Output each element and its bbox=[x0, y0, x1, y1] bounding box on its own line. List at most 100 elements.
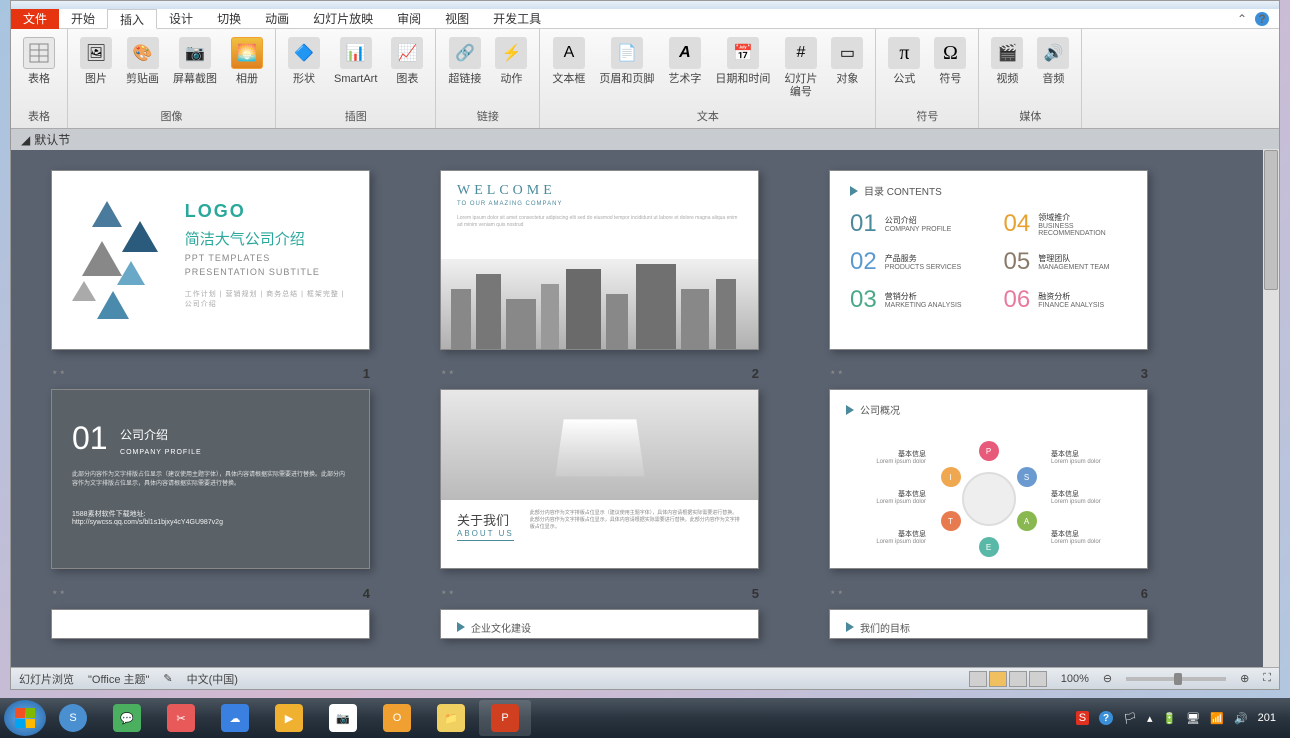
tray-battery-icon[interactable]: 🔋 bbox=[1163, 712, 1177, 725]
slide1-logo: LOGO bbox=[185, 201, 349, 222]
tab-view[interactable]: 视图 bbox=[433, 9, 481, 29]
tray-up-icon[interactable]: ▴ bbox=[1147, 712, 1153, 725]
slidenumber-button[interactable]: #幻灯片 编号 bbox=[778, 33, 823, 103]
scroll-thumb[interactable] bbox=[1264, 150, 1278, 290]
headerfooter-button[interactable]: 📄页眉和页脚 bbox=[593, 33, 660, 90]
taskbar-item-snip[interactable]: ✂ bbox=[155, 700, 207, 736]
table-button[interactable]: 表格 bbox=[17, 33, 61, 90]
album-button[interactable]: 🌅相册 bbox=[225, 33, 269, 90]
slide6-title: 公司概况 bbox=[846, 402, 1131, 417]
zoom-slider[interactable] bbox=[1126, 677, 1226, 681]
windows-logo-icon bbox=[15, 708, 35, 728]
tab-animation[interactable]: 动画 bbox=[253, 9, 301, 29]
section-header[interactable]: ◢ 默认节 bbox=[11, 129, 1279, 150]
triangle-graphic bbox=[72, 191, 165, 331]
clipart-icon: 🎨 bbox=[127, 37, 159, 69]
animation-indicator-icon: ⋆⋆ bbox=[829, 365, 844, 379]
tray-flag-icon[interactable]: 🏳 bbox=[1123, 712, 1137, 725]
tab-insert[interactable]: 插入 bbox=[107, 9, 157, 29]
tab-review[interactable]: 审阅 bbox=[385, 9, 433, 29]
help-icon[interactable]: ? bbox=[1255, 12, 1269, 26]
start-button[interactable] bbox=[4, 700, 46, 736]
collapse-icon[interactable]: ◢ bbox=[21, 133, 30, 147]
action-button[interactable]: ⚡动作 bbox=[489, 33, 533, 90]
statusbar: 幻灯片浏览 "Office 主题" ✎ 中文(中国) 100% ⊖ ⊕ ⛶ bbox=[11, 667, 1279, 689]
zoom-out-button[interactable]: ⊖ bbox=[1103, 672, 1112, 685]
tab-file[interactable]: 文件 bbox=[11, 9, 59, 29]
textbox-button[interactable]: A文本框 bbox=[546, 33, 591, 90]
slide-thumbnail-6[interactable]: 公司概况 P E I S T A 基本信息Lorem ipsum dolor 基… bbox=[829, 389, 1148, 578]
taskbar-item-player[interactable]: ▶ bbox=[263, 700, 315, 736]
textbox-icon: A bbox=[553, 37, 585, 69]
slide2-sub: TO OUR AMAZING COMPANY bbox=[457, 201, 742, 207]
normal-view-button[interactable] bbox=[969, 671, 987, 687]
animation-indicator-icon: ⋆⋆ bbox=[51, 585, 66, 599]
tab-transition[interactable]: 切换 bbox=[205, 9, 253, 29]
table-icon bbox=[23, 37, 55, 69]
tab-developer[interactable]: 开发工具 bbox=[481, 9, 553, 29]
smartart-button[interactable]: 📊SmartArt bbox=[328, 33, 383, 90]
tab-home[interactable]: 开始 bbox=[59, 9, 107, 29]
fit-window-button[interactable]: ⛶ bbox=[1263, 672, 1271, 685]
slide-number: 3 bbox=[1141, 366, 1148, 381]
tray-sogou-icon[interactable]: S bbox=[1076, 711, 1089, 725]
taskbar-item-explorer[interactable]: 📁 bbox=[425, 700, 477, 736]
ribbon-group-links: 🔗超链接 ⚡动作 链接 bbox=[436, 29, 540, 128]
picture-button[interactable]: 🖼图片 bbox=[74, 33, 118, 90]
tab-design[interactable]: 设计 bbox=[157, 9, 205, 29]
equation-button[interactable]: π公式 bbox=[882, 33, 926, 90]
chart-button[interactable]: 📈图表 bbox=[385, 33, 429, 90]
slide-thumbnail-5[interactable]: 关于我们 ABOUT US 此部分内容作为文字排版占位显示（建议使用主题字体），… bbox=[440, 389, 759, 578]
clipart-button[interactable]: 🎨剪贴画 bbox=[120, 33, 165, 90]
symbol-button[interactable]: Ω符号 bbox=[928, 33, 972, 90]
tray-wifi-icon[interactable]: 📶 bbox=[1210, 712, 1224, 725]
spellcheck-icon[interactable]: ✎ bbox=[163, 672, 172, 685]
language-label[interactable]: 中文(中国) bbox=[187, 671, 238, 687]
zoom-in-button[interactable]: ⊕ bbox=[1240, 672, 1249, 685]
slide-thumbnail-7[interactable] bbox=[51, 609, 370, 648]
object-button[interactable]: ▭对象 bbox=[825, 33, 869, 90]
screenshot-button[interactable]: 📷屏幕截图 bbox=[167, 33, 223, 90]
taskbar-item-powerpoint[interactable]: P bbox=[479, 700, 531, 736]
taskbar-item-browser[interactable]: S bbox=[47, 700, 99, 736]
slideshow-view-button[interactable] bbox=[1029, 671, 1047, 687]
tray-monitor-icon[interactable]: 🖥 bbox=[1186, 712, 1200, 725]
taskbar-item-wechat[interactable]: 💬 bbox=[101, 700, 153, 736]
reading-view-button[interactable] bbox=[1009, 671, 1027, 687]
equation-icon: π bbox=[888, 37, 920, 69]
slide1-tags: 工作计划 | 营销规划 | 商务总结 | 框架完整 | 公司介绍 bbox=[185, 289, 349, 309]
center-circle-image bbox=[962, 472, 1016, 526]
tray-clock[interactable]: 201 bbox=[1258, 712, 1276, 724]
taskbar-item-outlook[interactable]: O bbox=[371, 700, 423, 736]
shapes-button[interactable]: 🔷形状 bbox=[282, 33, 326, 90]
ribbon-group-tables: 表格 表格 bbox=[11, 29, 68, 128]
video-button[interactable]: 🎬视频 bbox=[985, 33, 1029, 90]
minimize-ribbon-icon[interactable]: ⌃ bbox=[1237, 12, 1247, 26]
slide2-welcome: WELCOME bbox=[457, 183, 742, 199]
slide4-sub: COMPANY PROFILE bbox=[120, 449, 202, 456]
slide-thumbnail-9[interactable]: 我们的目标 bbox=[829, 609, 1148, 648]
sorter-view-button[interactable] bbox=[989, 671, 1007, 687]
theme-label: "Office 主题" bbox=[88, 671, 149, 687]
hyperlink-icon: 🔗 bbox=[449, 37, 481, 69]
tray-volume-icon[interactable]: 🔊 bbox=[1234, 712, 1248, 725]
slide9-title: 我们的目标 bbox=[830, 610, 1147, 635]
slide-thumbnail-3[interactable]: 目录 CONTENTS 01公司介绍COMPANY PROFILE04领域推介B… bbox=[829, 170, 1148, 359]
slide-number: 5 bbox=[752, 586, 759, 601]
slide1-subtitle2: PRESENTATION SUBTITLE bbox=[185, 267, 349, 277]
tray-help-icon[interactable]: ? bbox=[1099, 711, 1113, 725]
audio-icon: 🔊 bbox=[1037, 37, 1069, 69]
wordart-button[interactable]: A艺术字 bbox=[662, 33, 707, 90]
video-icon: 🎬 bbox=[991, 37, 1023, 69]
taskbar-item-camera[interactable]: 📷 bbox=[317, 700, 369, 736]
hyperlink-button[interactable]: 🔗超链接 bbox=[442, 33, 487, 90]
vertical-scrollbar[interactable] bbox=[1263, 149, 1279, 667]
slide-thumbnail-8[interactable]: 企业文化建设 bbox=[440, 609, 759, 648]
taskbar-item-cloud[interactable]: ☁ bbox=[209, 700, 261, 736]
slide-thumbnail-2[interactable]: WELCOME TO OUR AMAZING COMPANY Lorem ips… bbox=[440, 170, 759, 359]
slide-thumbnail-1[interactable]: LOGO 简洁大气公司介绍 PPT TEMPLATES PRESENTATION… bbox=[51, 170, 370, 359]
slide-thumbnail-4[interactable]: 01 公司介绍 COMPANY PROFILE 此部分内容作为文字排版占位显示（… bbox=[51, 389, 370, 578]
tab-slideshow[interactable]: 幻灯片放映 bbox=[301, 9, 385, 29]
audio-button[interactable]: 🔊音频 bbox=[1031, 33, 1075, 90]
datetime-button[interactable]: 📅日期和时间 bbox=[709, 33, 776, 90]
